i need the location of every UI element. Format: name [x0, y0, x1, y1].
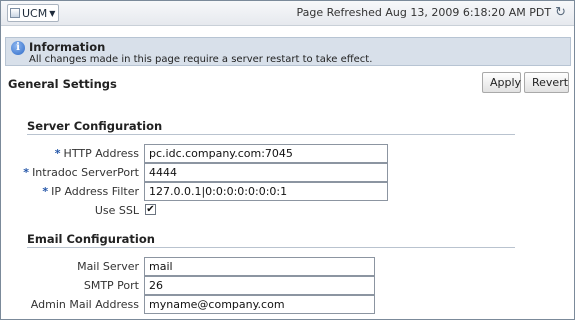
mail-server-input[interactable]	[144, 257, 375, 276]
ucm-app-menu-label: UCM	[22, 6, 48, 20]
information-banner: i Information All changes made in this p…	[5, 37, 571, 66]
ip-address-filter-row: * IP Address Filter	[1, 182, 575, 202]
page-title: General Settings	[8, 77, 117, 91]
mail-server-label: Mail Server	[77, 260, 139, 273]
info-icon: i	[11, 41, 25, 55]
server-configuration-divider	[27, 134, 515, 135]
smtp-port-row: SMTP Port	[1, 276, 575, 296]
required-marker: *	[23, 166, 30, 179]
refresh-text: Page Refreshed Aug 13, 2009 6:18:20 AM P…	[296, 6, 552, 19]
smtp-port-input[interactable]	[144, 276, 375, 295]
email-configuration-heading: Email Configuration	[27, 232, 155, 246]
intradoc-serverport-label: * Intradoc ServerPort	[23, 166, 139, 179]
admin-mail-address-input[interactable]	[144, 295, 375, 314]
use-ssl-row: Use SSL ✔	[1, 201, 575, 221]
admin-mail-address-row: Admin Mail Address	[1, 295, 575, 315]
smtp-port-label: SMTP Port	[83, 279, 139, 292]
ucm-general-settings-window: UCM ▼ Page Refreshed Aug 13, 2009 6:18:2…	[0, 0, 575, 320]
email-configuration-divider	[27, 247, 515, 248]
required-marker: *	[54, 147, 61, 160]
ip-address-filter-input[interactable]	[144, 182, 388, 201]
information-title: Information	[29, 40, 106, 54]
ip-address-filter-label: * IP Address Filter	[42, 185, 139, 198]
mail-server-row: Mail Server	[1, 257, 575, 277]
ucm-app-icon	[10, 8, 20, 18]
use-ssl-label: Use SSL	[94, 204, 139, 217]
chevron-down-icon: ▼	[49, 8, 56, 18]
ucm-app-menu[interactable]: UCM ▼	[7, 4, 60, 22]
use-ssl-checkbox[interactable]: ✔	[145, 204, 156, 215]
admin-mail-address-label: Admin Mail Address	[30, 298, 139, 311]
page-refresh-status: Page Refreshed Aug 13, 2009 6:18:20 AM P…	[296, 6, 566, 19]
server-configuration-heading: Server Configuration	[27, 119, 163, 133]
http-address-label: * HTTP Address	[54, 147, 139, 160]
top-bar: UCM ▼ Page Refreshed Aug 13, 2009 6:18:2…	[1, 1, 574, 26]
intradoc-serverport-row: * Intradoc ServerPort	[1, 163, 575, 183]
required-marker: *	[42, 185, 49, 198]
refresh-icon[interactable]: ↻	[555, 6, 566, 19]
http-address-input[interactable]	[144, 144, 388, 163]
http-address-row: * HTTP Address	[1, 144, 575, 164]
information-message: All changes made in this page require a …	[29, 54, 373, 65]
intradoc-serverport-input[interactable]	[144, 163, 388, 182]
revert-button[interactable]: Revert	[524, 72, 569, 93]
apply-button[interactable]: Apply	[482, 72, 521, 93]
